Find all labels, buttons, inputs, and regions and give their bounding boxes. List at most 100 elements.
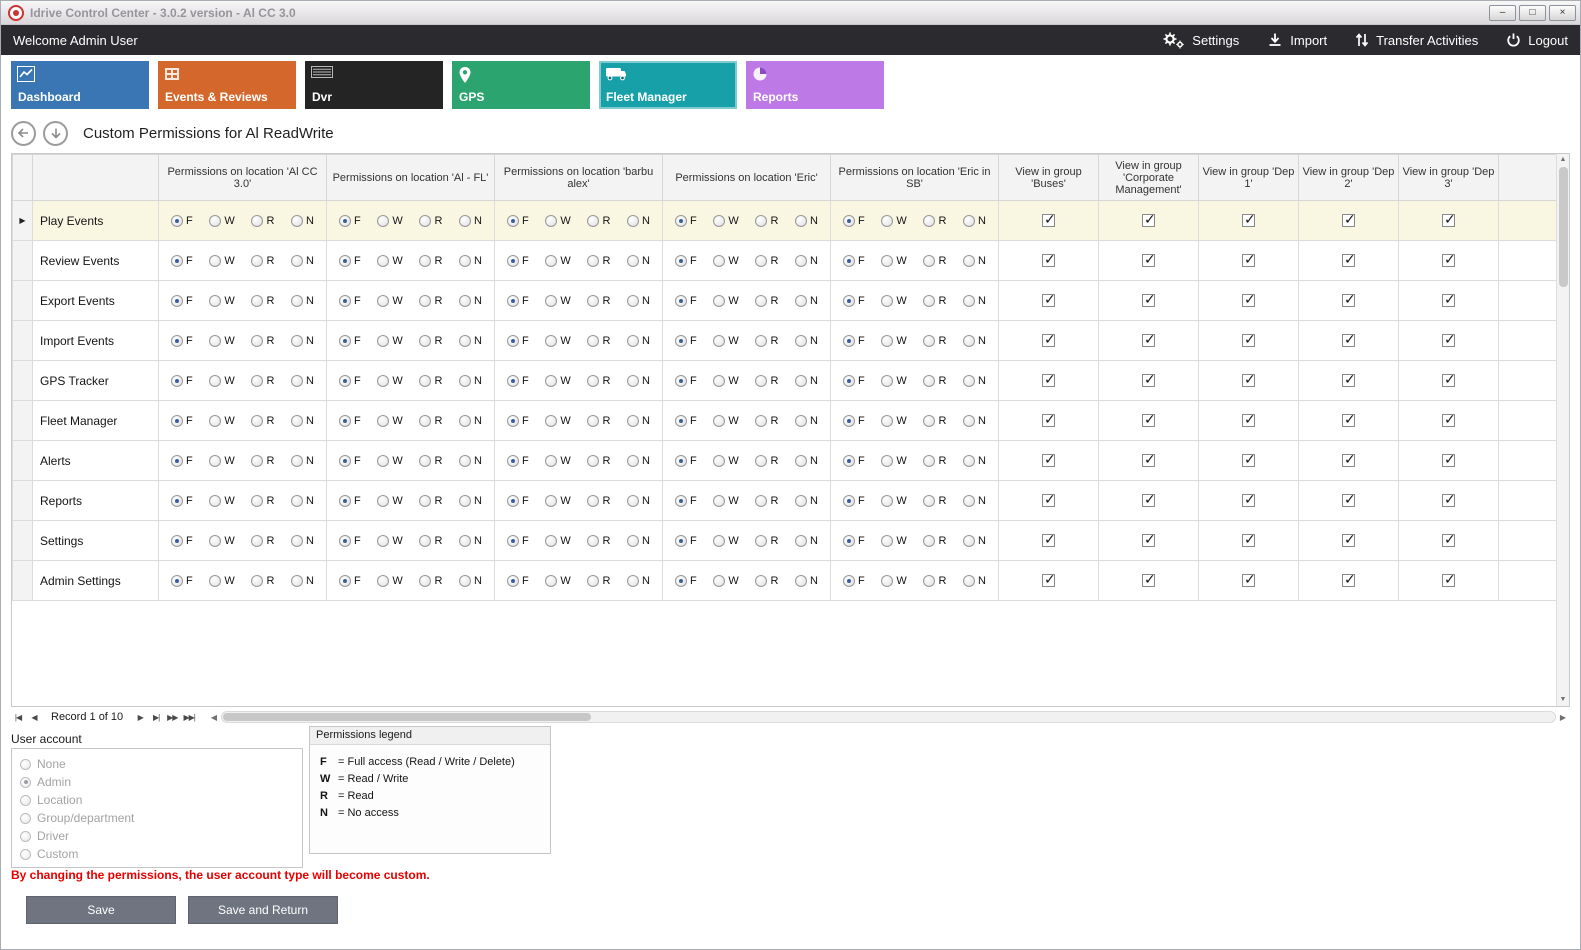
radio-unselected[interactable] [963, 335, 975, 347]
radio-unselected[interactable] [627, 375, 639, 387]
radio-option-r[interactable]: R [587, 415, 610, 427]
column-header-location-4[interactable]: Permissions on location 'Eric in SB' [831, 155, 999, 201]
radio-unselected[interactable] [963, 295, 975, 307]
pager-last-button[interactable]: ▶| [149, 713, 163, 722]
radio-unselected[interactable] [881, 415, 893, 427]
radio-selected[interactable] [675, 495, 687, 507]
radio-unselected[interactable] [795, 335, 807, 347]
vertical-scrollbar-thumb[interactable] [1559, 167, 1568, 287]
account-option-driver[interactable]: Driver [20, 827, 294, 845]
radio-option-n[interactable]: N [627, 375, 650, 387]
radio-unselected[interactable] [377, 335, 389, 347]
radio-option-n[interactable]: N [963, 255, 986, 267]
radio-option-n[interactable]: N [627, 455, 650, 467]
view-checkbox[interactable] [1142, 254, 1155, 267]
radio-option-w[interactable]: W [545, 335, 570, 347]
radio-selected[interactable] [675, 575, 687, 587]
view-checkbox[interactable] [1442, 414, 1455, 427]
view-checkbox[interactable] [1242, 214, 1255, 227]
radio-option-r[interactable]: R [587, 375, 610, 387]
radio-option-r[interactable]: R [419, 335, 442, 347]
maximize-button[interactable]: □ [1519, 5, 1546, 21]
radio-option-n[interactable]: N [963, 575, 986, 587]
view-checkbox[interactable] [1342, 374, 1355, 387]
action-logout[interactable]: Logout [1506, 32, 1568, 48]
grid-row-reports[interactable]: ReportsFWRNFWRNFWRNFWRNFWRN [13, 481, 1560, 521]
radio-unselected[interactable] [881, 295, 893, 307]
radio-selected[interactable] [171, 295, 183, 307]
radio-unselected[interactable] [419, 335, 431, 347]
grid-row-settings[interactable]: SettingsFWRNFWRNFWRNFWRNFWRN [13, 521, 1560, 561]
radio-option-w[interactable]: W [209, 375, 234, 387]
radio-unselected[interactable] [377, 495, 389, 507]
radio-option-w[interactable]: W [209, 575, 234, 587]
radio-unselected[interactable] [419, 575, 431, 587]
pager-prev-button[interactable]: ◀ [27, 713, 41, 722]
radio-unselected[interactable] [251, 215, 263, 227]
radio-option-n[interactable]: N [627, 415, 650, 427]
radio-selected[interactable] [675, 335, 687, 347]
radio-option-w[interactable]: W [377, 255, 402, 267]
radio-selected[interactable] [843, 535, 855, 547]
radio-option-f[interactable]: F [507, 255, 529, 267]
radio-option-w[interactable]: W [881, 215, 906, 227]
view-checkbox[interactable] [1342, 334, 1355, 347]
view-checkbox[interactable] [1342, 534, 1355, 547]
radio-unselected[interactable] [795, 295, 807, 307]
view-checkbox[interactable] [1342, 414, 1355, 427]
radio-option-w[interactable]: W [377, 375, 402, 387]
radio-option-n[interactable]: N [795, 335, 818, 347]
pager-page-last-button[interactable]: ▶▶| [181, 713, 196, 722]
radio-option-w[interactable]: W [545, 455, 570, 467]
radio-option-r[interactable]: R [587, 255, 610, 267]
radio-unselected[interactable] [419, 215, 431, 227]
radio-option-f[interactable]: F [339, 575, 361, 587]
radio-selected[interactable] [339, 255, 351, 267]
radio-option-n[interactable]: N [795, 215, 818, 227]
radio-unselected[interactable] [881, 535, 893, 547]
radio-selected[interactable] [339, 215, 351, 227]
view-checkbox[interactable] [1142, 334, 1155, 347]
view-checkbox[interactable] [1342, 294, 1355, 307]
grid-row-admin-settings[interactable]: Admin SettingsFWRNFWRNFWRNFWRNFWRN [13, 561, 1560, 601]
radio-unselected[interactable] [923, 255, 935, 267]
radio-option-r[interactable]: R [587, 335, 610, 347]
radio-option-w[interactable]: W [377, 335, 402, 347]
pager-page-next-button[interactable]: ▶▶ [165, 713, 179, 722]
radio-option-n[interactable]: N [795, 495, 818, 507]
radio-selected[interactable] [843, 255, 855, 267]
view-checkbox[interactable] [1142, 374, 1155, 387]
radio-option-f[interactable]: F [507, 455, 529, 467]
radio-unselected[interactable] [459, 375, 471, 387]
radio-option-f[interactable]: F [843, 415, 865, 427]
radio-option-f[interactable]: F [675, 415, 697, 427]
radio-unselected[interactable] [291, 215, 303, 227]
radio-unselected[interactable] [963, 535, 975, 547]
radio-unselected[interactable] [713, 455, 725, 467]
radio-option-f[interactable]: F [171, 415, 193, 427]
view-checkbox[interactable] [1042, 374, 1055, 387]
radio-option-n[interactable]: N [627, 495, 650, 507]
radio-option-n[interactable]: N [963, 415, 986, 427]
grid-row-review-events[interactable]: Review EventsFWRNFWRNFWRNFWRNFWRN [13, 241, 1560, 281]
radio-option-n[interactable]: N [795, 415, 818, 427]
radio-selected[interactable] [843, 455, 855, 467]
view-checkbox[interactable] [1442, 574, 1455, 587]
radio-selected[interactable] [339, 495, 351, 507]
view-checkbox[interactable] [1142, 454, 1155, 467]
radio-option-w[interactable]: W [545, 375, 570, 387]
radio-unselected[interactable] [755, 415, 767, 427]
radio-unselected[interactable] [251, 295, 263, 307]
radio-option-w[interactable]: W [209, 535, 234, 547]
radio-option-f[interactable]: F [339, 295, 361, 307]
view-checkbox[interactable] [1242, 454, 1255, 467]
radio-option-n[interactable]: N [795, 255, 818, 267]
grid-row-fleet-manager[interactable]: Fleet ManagerFWRNFWRNFWRNFWRNFWRN [13, 401, 1560, 441]
radio-option-r[interactable]: R [251, 215, 274, 227]
radio-option-r[interactable]: R [755, 455, 778, 467]
radio-option-f[interactable]: F [171, 255, 193, 267]
view-checkbox[interactable] [1042, 254, 1055, 267]
account-option-location[interactable]: Location [20, 791, 294, 809]
radio-unselected[interactable] [251, 455, 263, 467]
radio-unselected[interactable] [627, 455, 639, 467]
